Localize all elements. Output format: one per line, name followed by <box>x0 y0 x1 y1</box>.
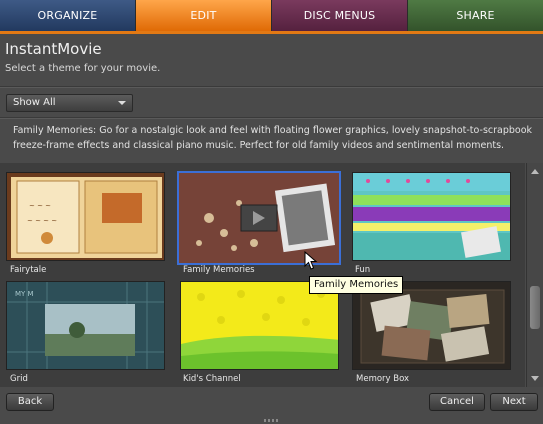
theme-filter-dropdown[interactable]: Show All <box>6 94 133 112</box>
theme-thumbnail-grid[interactable]: MY M <box>6 281 165 370</box>
tab-share[interactable]: SHARE <box>408 0 543 31</box>
storybook-thumbnail: ~ ~ ~ ~ ~ ~ ~ <box>7 173 164 260</box>
svg-text:~ ~ ~ ~: ~ ~ ~ ~ <box>27 217 57 225</box>
tab-edit[interactable]: EDIT <box>136 0 272 31</box>
photos-box-thumbnail <box>353 282 510 369</box>
panel-subtitle: Select a theme for your movie. <box>5 63 161 74</box>
theme-label: Fun <box>355 265 371 275</box>
theme-label: Grid <box>10 374 28 384</box>
yellow-green-thumbnail <box>181 282 338 369</box>
theme-grid-scrollbar[interactable] <box>526 163 543 387</box>
stripes-thumbnail <box>353 173 510 260</box>
scroll-down-arrow-icon[interactable] <box>531 376 539 381</box>
resize-grip[interactable] <box>264 419 280 422</box>
panel-title: InstantMovie <box>5 40 102 58</box>
grid-screen-thumbnail: MY M <box>7 282 164 369</box>
back-button[interactable]: Back <box>6 393 54 411</box>
divider <box>0 86 543 88</box>
tab-organize[interactable]: ORGANIZE <box>0 0 136 31</box>
chevron-down-icon <box>118 101 126 105</box>
workspace-tabs: ORGANIZE EDIT DISC MENUS SHARE <box>0 0 543 34</box>
theme-description: Family Memories: Go for a nostalgic look… <box>13 125 533 151</box>
theme-label: Family Memories <box>183 265 255 275</box>
active-tab-underline <box>0 31 543 34</box>
svg-text:MY M: MY M <box>15 290 34 298</box>
next-button[interactable]: Next <box>490 393 538 411</box>
theme-grid: ~ ~ ~ ~ ~ ~ ~ Fairytale Family Memories <box>0 163 525 387</box>
theme-filter-value: Show All <box>13 97 56 108</box>
flower-snapshot-thumbnail <box>179 173 339 263</box>
theme-label: Memory Box <box>356 374 410 384</box>
theme-thumbnail-fairytale[interactable]: ~ ~ ~ ~ ~ ~ ~ <box>6 172 165 261</box>
scroll-up-arrow-icon[interactable] <box>531 169 539 174</box>
mouse-cursor-icon <box>304 251 318 270</box>
theme-thumbnail-kids-channel[interactable] <box>180 281 339 370</box>
svg-text:~ ~ ~: ~ ~ ~ <box>29 202 51 210</box>
theme-label: Kid's Channel <box>183 374 241 384</box>
theme-tooltip: Family Memories <box>309 276 404 294</box>
cancel-button[interactable]: Cancel <box>429 393 485 411</box>
theme-thumbnail-fun[interactable] <box>352 172 511 261</box>
scrollbar-thumb[interactable] <box>530 286 540 329</box>
divider <box>0 117 543 119</box>
tab-disc-menus[interactable]: DISC MENUS <box>272 0 408 31</box>
theme-thumbnail-memory-box[interactable] <box>352 281 511 370</box>
theme-label: Fairytale <box>10 265 47 275</box>
